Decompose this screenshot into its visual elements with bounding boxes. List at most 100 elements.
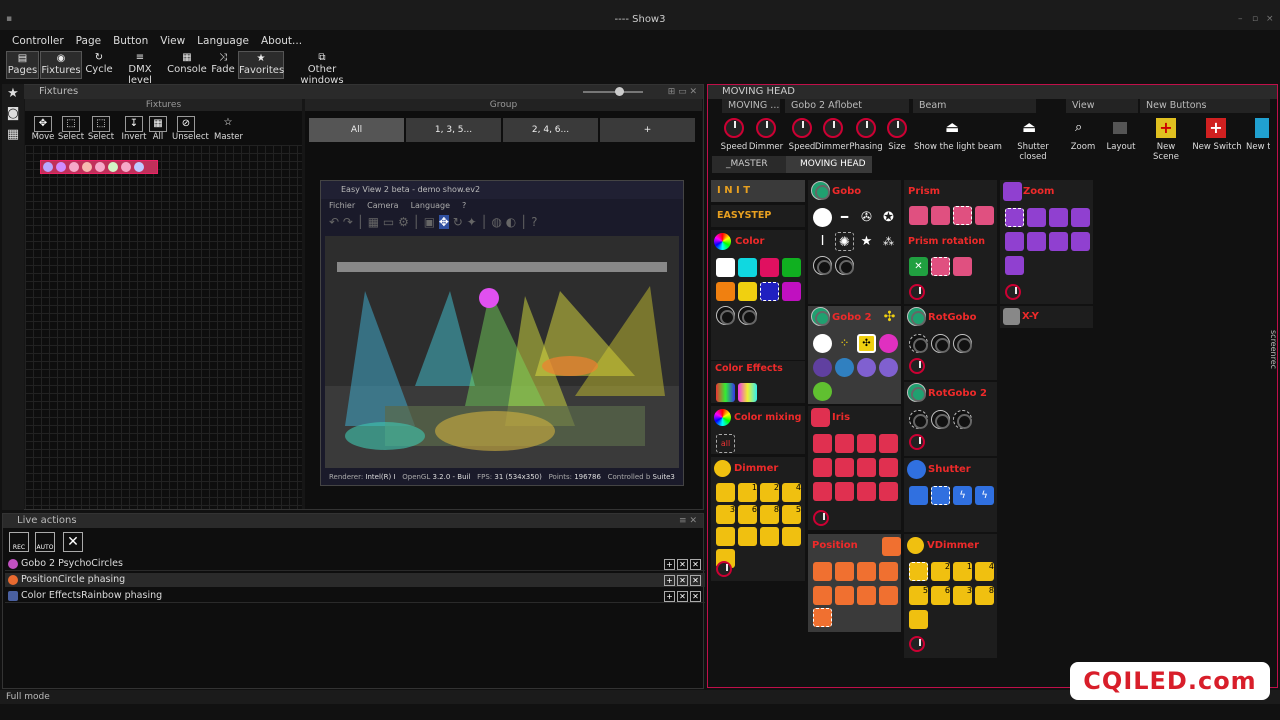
dimmer-pulse[interactable] [738,527,757,546]
zoom-preset[interactable] [1005,208,1024,227]
shutter-closed[interactable] [931,486,950,505]
gobo2-burst[interactable] [813,358,832,377]
dimmer-strobe[interactable] [716,527,735,546]
fixture-5[interactable] [95,162,105,172]
shutter-open[interactable] [909,486,928,505]
fade-button[interactable]: ⤨ Fade [210,51,236,79]
iris-knob[interactable] [813,510,829,526]
iris-preset[interactable] [879,482,898,501]
menu-button[interactable]: Button [113,32,148,50]
speed-knob[interactable] [724,118,744,138]
prism-facet[interactable] [953,206,972,225]
menu-camera[interactable]: Camera [367,201,398,210]
dimmer-preset[interactable]: 1 [738,483,757,502]
position-updown[interactable] [879,586,898,605]
zoom-preset[interactable] [1071,232,1090,251]
iris-preset[interactable] [857,482,876,501]
gobo-line[interactable]: ━ [835,208,854,227]
menu-language[interactable]: Language [197,32,249,50]
gobo2-fan-icon[interactable]: ✣ [880,308,899,327]
layout-icon[interactable] [1113,122,1127,134]
tab-moving-head[interactable]: MOVING HEAD [786,156,872,173]
position-circle[interactable] [835,562,854,581]
fixture-8[interactable] [134,162,144,172]
iris-preset[interactable] [813,482,832,501]
gobo2-phasing-knob[interactable] [856,118,876,138]
xy-cell[interactable]: X-Y [1000,306,1093,328]
rotgobo-right[interactable] [953,334,972,353]
gobo2-leaf[interactable] [813,382,832,401]
vdimmer-strobe[interactable] [909,610,928,629]
select-lasso-tool[interactable]: ⬚ Select [87,116,115,142]
color-purple[interactable] [782,282,801,301]
new-button-icon[interactable] [1255,118,1269,138]
console-button[interactable]: ▦ Console [166,51,208,79]
shutter-closed-icon[interactable]: ⏏ [1022,118,1036,136]
rotgobo2-knob[interactable] [909,434,925,450]
iris-preset[interactable] [879,458,898,477]
dimmer-wave[interactable] [760,527,779,546]
3d-stage-view[interactable] [325,236,679,468]
fixture-grid[interactable] [25,145,302,509]
menu-fichier[interactable]: Fichier [329,201,355,210]
close-button[interactable]: × [1266,14,1274,24]
color-white[interactable] [716,258,735,277]
dimmer-preset[interactable]: 5 [782,505,801,524]
gobo-dots[interactable]: ⁂ [879,232,898,251]
iris-preset[interactable] [879,434,898,453]
dimmer-knob[interactable] [756,118,776,138]
position-preset[interactable] [813,562,832,581]
add-group-button[interactable]: + [600,118,695,142]
color-rotate-icon[interactable] [716,306,735,325]
easystep-cell[interactable]: EASYSTEP [711,205,805,227]
dimmer-knob[interactable] [716,561,732,577]
other-windows-button[interactable]: ⧉ Other windows [286,51,358,86]
gobo-ring[interactable]: ✪ [879,208,898,227]
color-rotate-reverse-icon[interactable] [738,306,757,325]
vdimmer-preset[interactable]: 8 [975,586,994,605]
gobo-shake-icon[interactable] [835,256,854,275]
fixture-row[interactable] [40,160,158,174]
live-action-row[interactable]: Gobo 2 PsychoCircles + ✕ ✕ [5,557,705,571]
pages-button[interactable]: ▤ Pages [6,51,39,79]
gobo2-size-knob[interactable] [887,118,907,138]
move-tool[interactable]: ✥ Move [29,116,57,142]
rec-button[interactable]: REC [9,532,29,552]
rotgobo-knob[interactable] [909,358,925,374]
select-tool[interactable]: ⬚ Select [57,116,85,142]
minimize-button[interactable]: – [1238,14,1243,24]
zoom-preset[interactable] [1027,232,1046,251]
color-magenta[interactable] [760,258,779,277]
gobo2-dots[interactable]: ⁘ [835,334,854,353]
rainbow-phasing-icon[interactable] [738,383,757,402]
position-center[interactable] [813,608,832,627]
gobo-bracket[interactable]: I [813,232,832,251]
menu-page[interactable]: Page [76,32,101,50]
menu-view[interactable]: View [160,32,185,50]
zoom-preset[interactable] [1049,232,1068,251]
iris-preset[interactable] [813,434,832,453]
tab-master[interactable]: _MASTER [712,156,786,173]
fixtures-button[interactable]: ◉ Fixtures [40,51,82,79]
gobo2-flower[interactable] [835,358,854,377]
menu-language[interactable]: Language [411,201,450,210]
vdimmer-preset[interactable]: 2 [931,562,950,581]
shutter-strobe-fast[interactable]: ϟ [975,486,994,505]
prism-half[interactable] [931,206,950,225]
zoom-slider-handle[interactable] [615,87,624,96]
menu-about[interactable]: About... [261,32,302,50]
zoom-preset[interactable] [1049,208,1068,227]
dimmer-preset[interactable]: 2 [760,483,779,502]
gobo2-speed-knob[interactable] [792,118,812,138]
gobo-triskel[interactable]: ✇ [857,208,876,227]
gobo2-circle[interactable] [857,358,876,377]
group-even-button[interactable]: 2, 4, 6... [503,118,598,142]
dimmer-preset[interactable]: 8 [760,505,779,524]
dimmer-preset[interactable]: 4 [782,483,801,502]
rotgobo2-left[interactable] [931,410,950,429]
easy-view-window[interactable]: Easy View 2 beta - demo show.ev2 Fichier… [320,180,684,486]
dimmer-preset[interactable]: 3 [716,505,735,524]
zoom-preset[interactable] [1071,208,1090,227]
vdimmer-preset[interactable] [909,562,928,581]
gobo-open[interactable] [813,208,832,227]
